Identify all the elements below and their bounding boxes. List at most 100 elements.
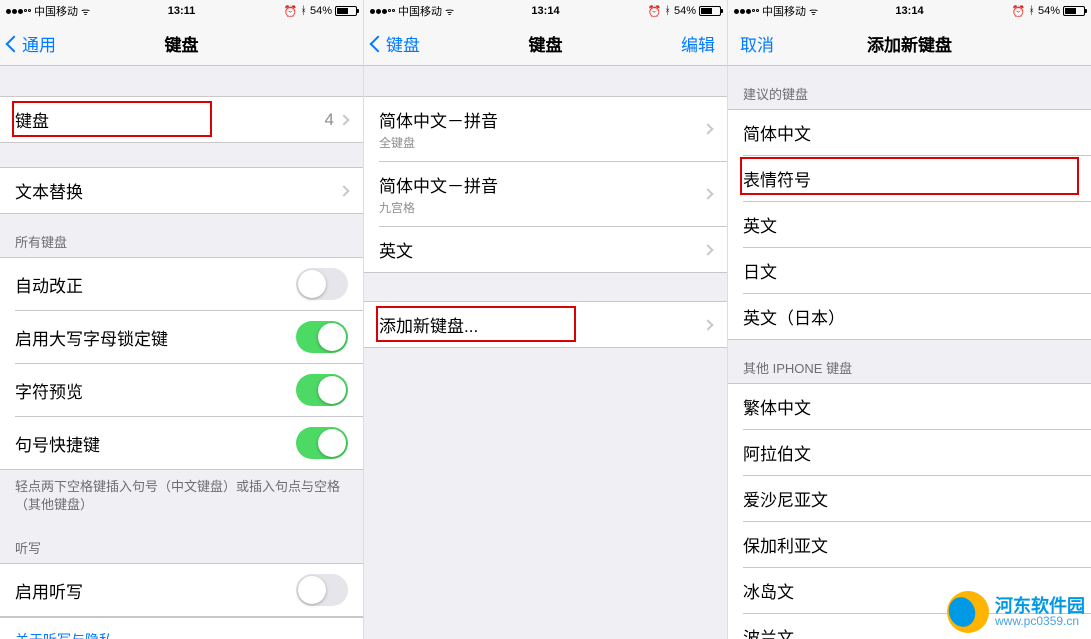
row-text-replacement[interactable]: 文本替换 [0, 168, 363, 213]
battery-icon [699, 6, 721, 16]
signal-dots-icon [370, 9, 395, 14]
page-title: 键盘 [165, 31, 199, 56]
back-label: 通用 [22, 31, 56, 56]
back-button[interactable]: 键盘 [372, 31, 420, 56]
suggested-keyboard-english-japan[interactable]: 英文（日本） [743, 293, 1091, 339]
wifi-icon: ᯤ [809, 4, 818, 18]
row-dictation[interactable]: 启用听写 [0, 564, 363, 616]
battery-pct: 54% [674, 5, 696, 17]
section-footer-period: 轻点两下空格键插入句号（中文键盘）或插入句点与空格（其他键盘） [0, 470, 363, 520]
row-label: 英文（日本） [743, 304, 1076, 329]
chevron-right-icon [338, 114, 349, 125]
cancel-label: 取消 [740, 31, 774, 56]
row-add-keyboard[interactable]: 添加新键盘... [364, 302, 727, 347]
other-keyboard-traditional-chinese[interactable]: 繁体中文 [728, 384, 1091, 429]
screen-keyboards-list: 中国移动 ᯤ 13:14 ⏰ ᚼ 54% 键盘 键盘 编辑 [364, 0, 728, 639]
status-bar: 中国移动 ᯤ 13:14 ⏰ ᚼ 54% [364, 0, 727, 22]
keyboard-item-pinyin-9grid[interactable]: 简体中文－拼音 九宫格 [379, 161, 727, 226]
section-header-dictation: 听写 [0, 520, 363, 563]
row-label: 保加利亚文 [743, 532, 1076, 557]
status-bar: 中国移动 ᯤ 13:14 ⏰ ᚼ 54% [728, 0, 1091, 22]
chevron-right-icon [702, 244, 713, 255]
row-label: 键盘 [15, 107, 325, 132]
row-label: 句号快捷键 [15, 431, 296, 456]
chevron-right-icon [702, 319, 713, 330]
chevron-left-icon [370, 35, 387, 52]
row-keyboards[interactable]: 键盘 4 [0, 97, 363, 142]
carrier-label: 中国移动 [398, 3, 442, 19]
row-label: 启用听写 [15, 578, 296, 603]
signal-dots-icon [6, 9, 31, 14]
battery-pct: 54% [1038, 5, 1060, 17]
row-autocorrect[interactable]: 自动改正 [0, 258, 363, 310]
battery-icon [335, 6, 357, 16]
other-keyboard-estonian[interactable]: 爱沙尼亚文 [743, 475, 1091, 521]
row-label: 启用大写字母锁定键 [15, 325, 296, 350]
status-bar: 中国移动 ᯤ 13:11 ⏰ ᚼ 54% [0, 0, 363, 22]
row-label: 字符预览 [15, 378, 296, 403]
suggested-keyboard-simplified-chinese[interactable]: 简体中文 [728, 110, 1091, 155]
wifi-icon: ᯤ [81, 4, 90, 18]
status-time: 13:11 [168, 5, 196, 17]
chevron-right-icon [338, 185, 349, 196]
switch-caps-lock[interactable] [296, 321, 348, 353]
row-caps-lock[interactable]: 启用大写字母锁定键 [15, 310, 363, 363]
row-period-shortcut[interactable]: 句号快捷键 [15, 416, 363, 469]
alarm-icon: ⏰ [284, 5, 298, 18]
row-char-preview[interactable]: 字符预览 [15, 363, 363, 416]
kb-title: 简体中文－拼音 [379, 177, 498, 196]
keyboard-item-english[interactable]: 英文 [379, 226, 727, 272]
row-label: 自动改正 [15, 272, 296, 297]
chevron-right-icon [702, 188, 713, 199]
battery-icon [1063, 6, 1085, 16]
row-label: 爱沙尼亚文 [743, 486, 1076, 511]
row-label: 简体中文 [743, 120, 1076, 145]
wifi-icon: ᯤ [445, 4, 454, 18]
watermark-logo: 河东软件园 www.pc0359.cn [947, 591, 1085, 633]
section-header-suggested: 建议的键盘 [728, 66, 1091, 109]
carrier-label: 中国移动 [762, 3, 806, 19]
signal-dots-icon [734, 9, 759, 14]
bluetooth-icon: ᚼ [1028, 5, 1035, 17]
bluetooth-icon: ᚼ [300, 5, 307, 17]
alarm-icon: ⏰ [1012, 5, 1026, 18]
edit-button[interactable]: 编辑 [681, 31, 715, 56]
suggested-keyboard-japanese[interactable]: 日文 [743, 247, 1091, 293]
bluetooth-icon: ᚼ [664, 5, 671, 17]
switch-period-shortcut[interactable] [296, 427, 348, 459]
row-label: 添加新键盘... [379, 312, 704, 337]
switch-dictation[interactable] [296, 574, 348, 606]
row-label: 繁体中文 [743, 394, 1076, 419]
kb-sub: 九宫格 [379, 199, 704, 216]
section-header-other: 其他 IPHONE 键盘 [728, 340, 1091, 383]
row-label: 文本替换 [15, 178, 340, 203]
nav-bar: 键盘 键盘 编辑 [364, 22, 727, 66]
screen-add-keyboard: 中国移动 ᯤ 13:14 ⏰ ᚼ 54% 取消 添加新键盘 建议的键盘 简体中文… [728, 0, 1091, 639]
kb-title: 简体中文－拼音 [379, 112, 498, 131]
switch-autocorrect[interactable] [296, 268, 348, 300]
suggested-keyboard-emoji[interactable]: 表情符号 [743, 155, 1091, 201]
back-label: 键盘 [386, 31, 420, 56]
back-button[interactable]: 通用 [8, 31, 56, 56]
switch-char-preview[interactable] [296, 374, 348, 406]
battery-pct: 54% [310, 5, 332, 17]
kb-title: 英文 [379, 237, 704, 262]
cancel-button[interactable]: 取消 [740, 31, 774, 56]
brand-name: 河东软件园 [995, 597, 1085, 615]
keyboard-item-pinyin-full[interactable]: 简体中文－拼音 全键盘 [364, 97, 727, 161]
row-label: 阿拉伯文 [743, 440, 1076, 465]
row-label: 表情符号 [743, 166, 1076, 191]
nav-bar: 取消 添加新键盘 [728, 22, 1091, 66]
suggested-keyboard-english[interactable]: 英文 [743, 201, 1091, 247]
row-label: 日文 [743, 258, 1076, 283]
chevron-right-icon [702, 123, 713, 134]
keyboards-count: 4 [325, 110, 334, 130]
other-keyboard-bulgarian[interactable]: 保加利亚文 [743, 521, 1091, 567]
brand-url: www.pc0359.cn [995, 615, 1085, 627]
screen-keyboard-settings: 中国移动 ᯤ 13:11 ⏰ ᚼ 54% 通用 键盘 键盘 4 [0, 0, 364, 639]
other-keyboard-arabic[interactable]: 阿拉伯文 [743, 429, 1091, 475]
brand-icon [947, 591, 989, 633]
link-dictation-privacy[interactable]: 关于听写与隐私... [0, 617, 363, 639]
chevron-left-icon [6, 35, 23, 52]
page-title: 键盘 [529, 31, 563, 56]
